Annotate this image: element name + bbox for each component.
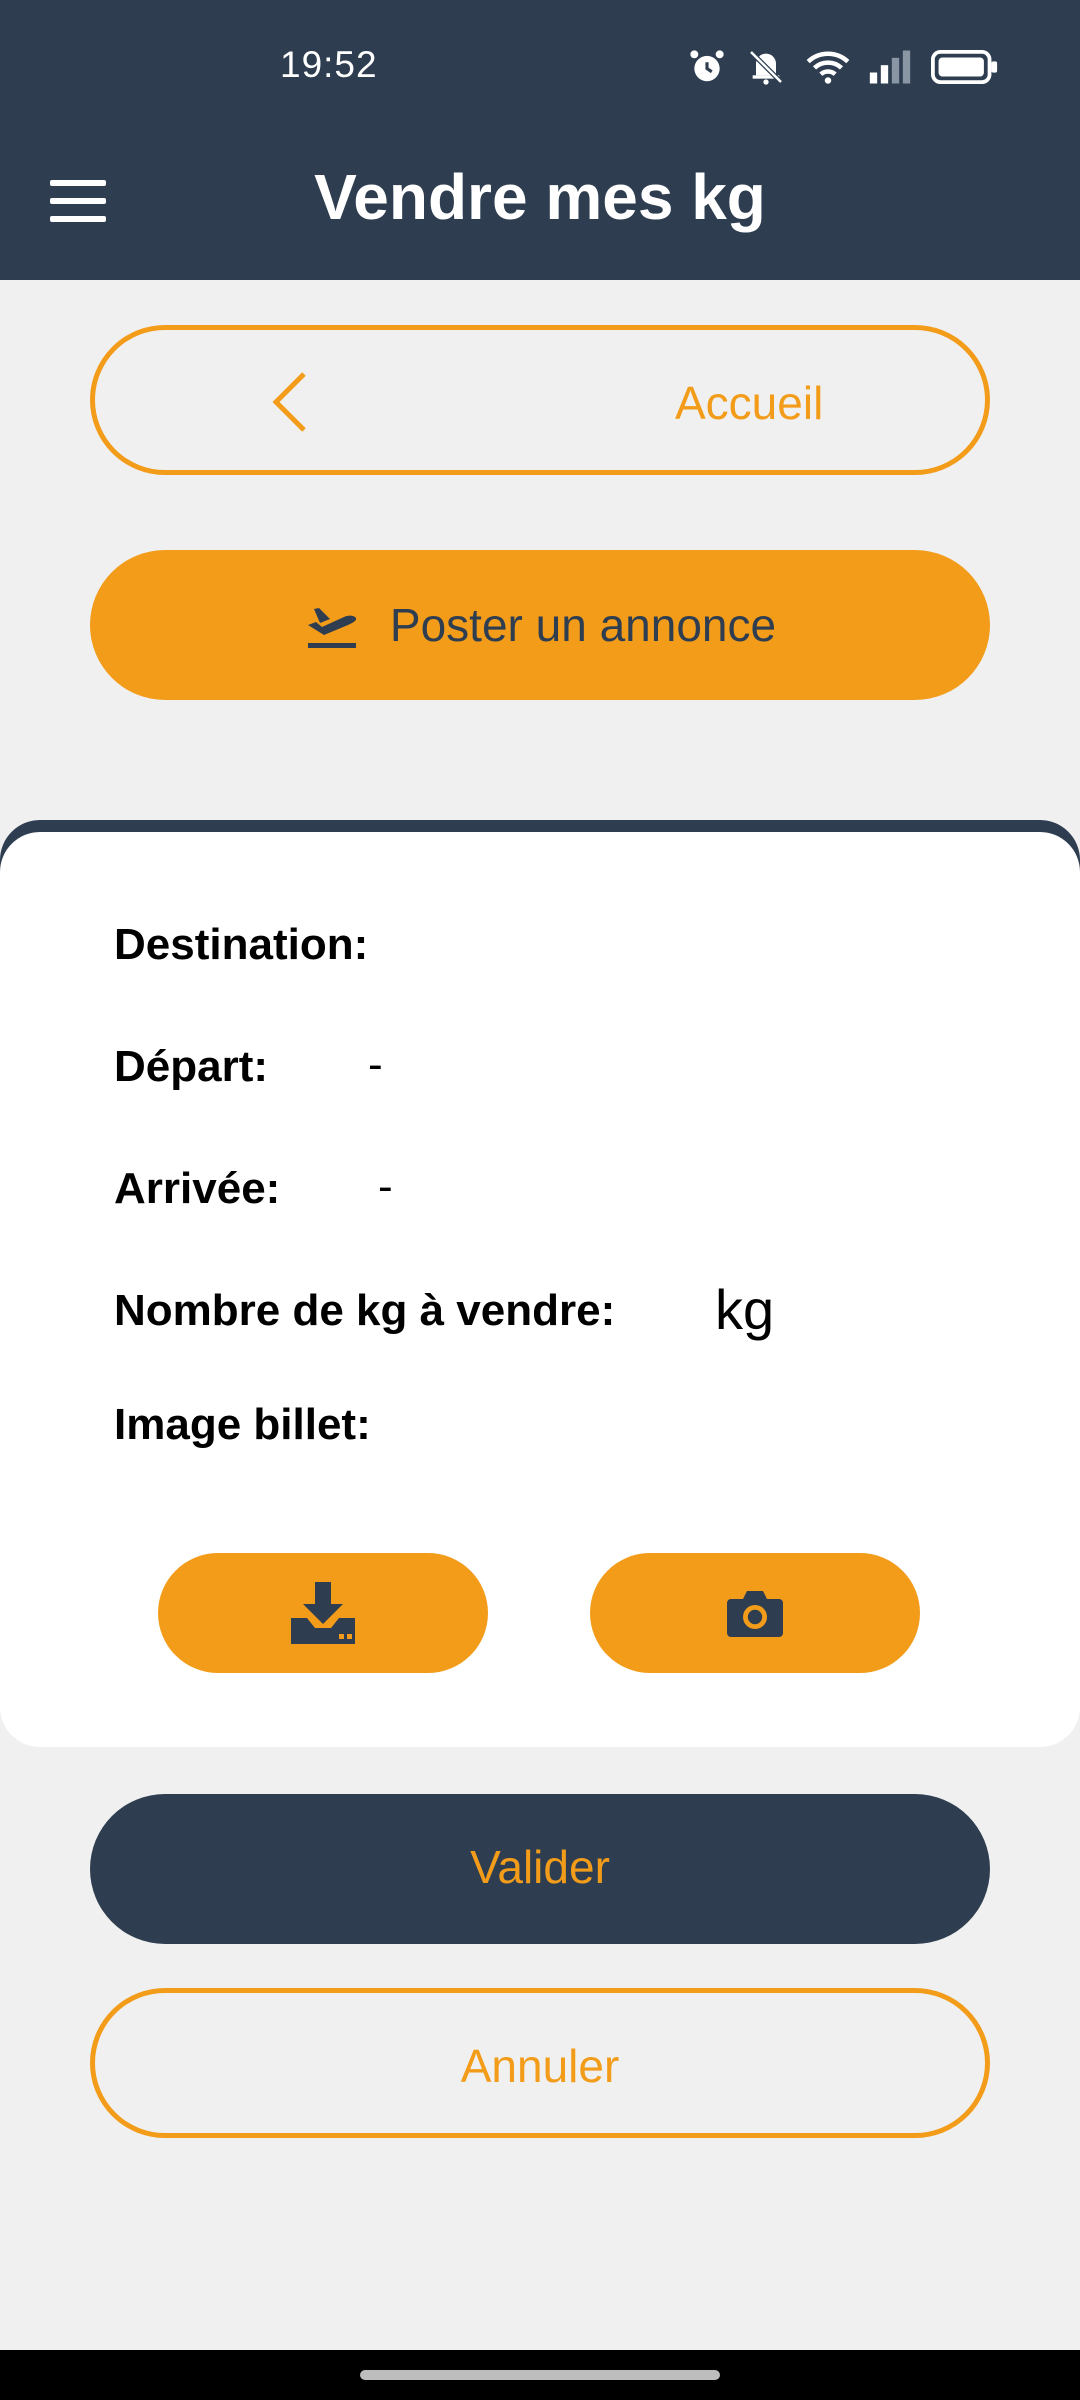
home-button-label: Accueil [675,377,824,429]
home-gesture-handle[interactable] [360,2370,720,2380]
chevron-left-icon [272,372,306,432]
plane-departure-icon [307,608,357,648]
system-navigation-bar [0,2350,1080,2400]
departure-label: Départ: [114,1042,269,1091]
validate-button[interactable]: Valider [90,1794,990,1944]
departure-value: - [368,1040,383,1089]
destination-label: Destination: [114,920,369,969]
listing-form-card: Destination: Départ: - Arrivée: - Nombre… [0,832,1080,1747]
status-time: 19:52 [280,44,378,85]
signal-icon [869,50,911,84]
upload-ticket-button[interactable] [158,1553,488,1673]
home-button[interactable]: Accueil [90,325,990,475]
alarm-icon [690,50,724,82]
cancel-button-label: Annuler [460,2040,620,2092]
battery-icon [931,50,998,84]
mute-icon [749,50,783,85]
kg-to-sell-label: Nombre de kg à vendre: [114,1286,616,1335]
post-ad-button-label: Poster un annonce [389,599,777,651]
download-tray-icon [291,1582,355,1644]
page-title: Vendre mes kg [314,161,766,233]
wifi-icon [806,51,850,84]
post-ad-button[interactable]: Poster un annonce [90,550,990,700]
arrival-label: Arrivée: [114,1164,281,1213]
arrival-value: - [378,1162,393,1211]
cancel-button[interactable]: Annuler [90,1988,990,2138]
ticket-image-label: Image billet: [114,1400,371,1449]
kg-unit: kg [715,1278,775,1341]
camera-icon [727,1591,783,1637]
validate-button-label: Valider [470,1841,610,1893]
status-bar: 19:52 [0,0,1080,130]
status-icons [688,42,1000,92]
app-bar: Vendre mes kg [0,130,1080,280]
take-photo-button[interactable] [590,1553,920,1673]
